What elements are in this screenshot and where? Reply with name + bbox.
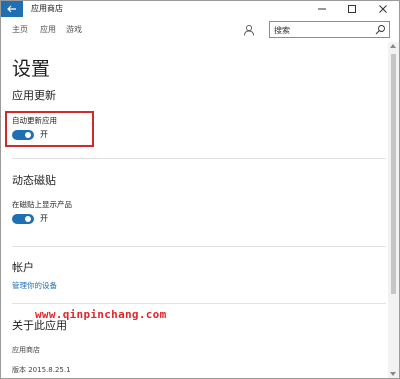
live-tile-toggle[interactable] bbox=[12, 214, 34, 224]
scroll-down-icon[interactable] bbox=[390, 372, 396, 376]
user-icon[interactable] bbox=[243, 24, 255, 36]
nav-games[interactable]: 游戏 bbox=[66, 24, 82, 36]
live-tile-label: 在磁贴上显示产品 bbox=[12, 200, 72, 209]
back-arrow-icon bbox=[7, 5, 16, 13]
vertical-scrollbar[interactable] bbox=[388, 42, 399, 378]
back-button[interactable] bbox=[1, 1, 23, 17]
maximize-icon bbox=[348, 5, 356, 13]
close-button[interactable] bbox=[372, 1, 394, 17]
manage-devices-link[interactable]: 管理你的设备 bbox=[12, 281, 57, 291]
watermark: www.qinpinchang.com bbox=[35, 308, 167, 321]
scroll-thumb[interactable] bbox=[391, 54, 396, 294]
page-title: 设置 bbox=[12, 58, 51, 80]
search-input[interactable] bbox=[274, 24, 370, 36]
toggle-knob bbox=[25, 216, 31, 222]
section-about: 关于此应用 bbox=[12, 319, 67, 332]
search-box[interactable] bbox=[269, 21, 390, 38]
divider bbox=[12, 158, 386, 159]
toggle-knob bbox=[25, 132, 31, 138]
search-icon[interactable] bbox=[375, 24, 386, 35]
nav-home[interactable]: 主页 bbox=[12, 24, 28, 36]
section-app-updates: 应用更新 bbox=[12, 89, 56, 102]
about-app-name: 应用商店 bbox=[12, 346, 40, 354]
scroll-up-icon[interactable] bbox=[390, 44, 396, 48]
settings-content: 设置 应用更新 自动更新应用 开 动态磁贴 在磁贴上显示产品 开 帐户 管理你的… bbox=[0, 42, 388, 379]
auto-update-state: 开 bbox=[40, 130, 48, 139]
divider bbox=[12, 303, 386, 304]
maximize-button[interactable] bbox=[341, 1, 363, 17]
minimize-button[interactable] bbox=[311, 1, 333, 17]
minimize-icon bbox=[318, 8, 326, 10]
title-bar: 应用商店 bbox=[1, 1, 399, 17]
auto-update-toggle[interactable] bbox=[12, 130, 34, 140]
section-account: 帐户 bbox=[12, 261, 34, 274]
close-icon bbox=[379, 5, 387, 13]
live-tile-state: 开 bbox=[40, 214, 48, 223]
divider bbox=[12, 246, 386, 247]
nav-apps[interactable]: 应用 bbox=[40, 24, 56, 36]
window-title: 应用商店 bbox=[31, 4, 63, 13]
about-version: 版本 2015.8.25.1 bbox=[12, 366, 71, 374]
auto-update-label: 自动更新应用 bbox=[12, 116, 57, 125]
top-nav: 主页 应用 游戏 bbox=[0, 18, 400, 42]
section-live-tile: 动态磁贴 bbox=[12, 174, 56, 187]
